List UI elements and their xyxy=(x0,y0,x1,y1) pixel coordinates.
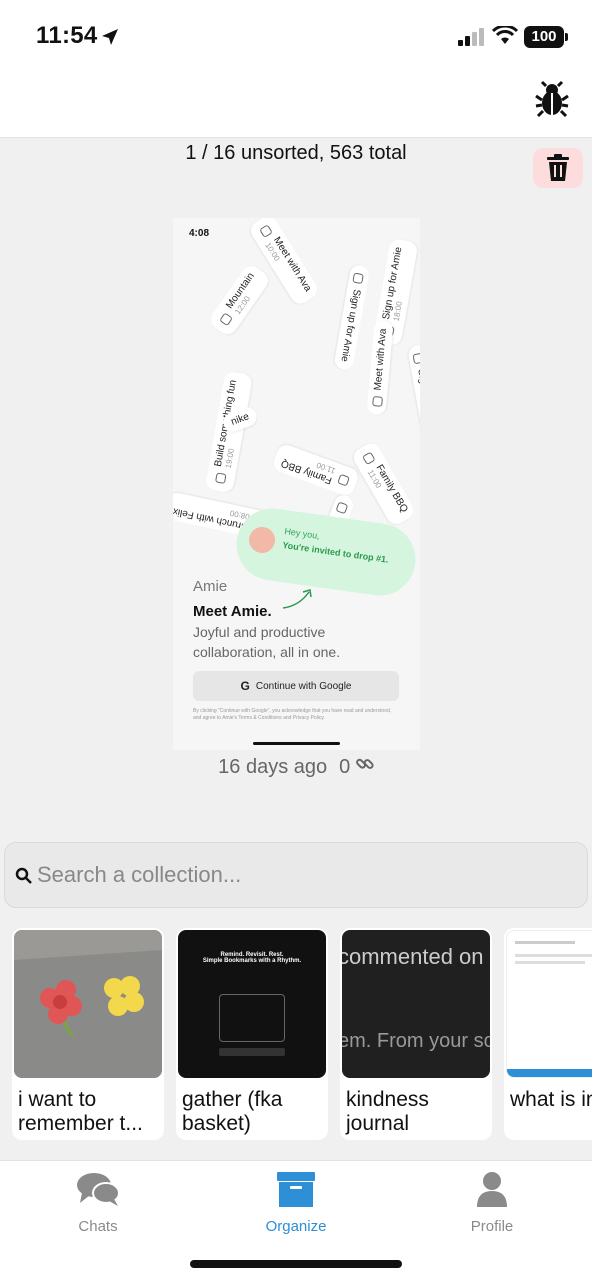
collection-label: what is internet xyxy=(510,1088,592,1111)
delete-button[interactable] xyxy=(533,148,583,188)
status-time: 11:54 xyxy=(36,22,98,49)
preview-headline: Meet Amie. xyxy=(193,603,272,620)
bookmark-preview-image[interactable]: 4:08 Meet with Ava 10:00 Mountain 12:00 Si… xyxy=(173,218,420,750)
unsorted-counter: 1 / 16 unsorted, 563 total xyxy=(185,142,407,164)
collection-label: kindness journal xyxy=(346,1088,429,1135)
link-icon xyxy=(355,758,374,769)
location-arrow-icon xyxy=(102,29,118,45)
collection-card[interactable]: i want to remember t... xyxy=(12,928,164,1140)
google-g-icon: G xyxy=(240,679,250,693)
preview-chip: Sign up for Amie xyxy=(333,263,371,372)
invite-line-2: You're invited to drop #1. xyxy=(281,539,390,565)
collection-card[interactable]: what is internet xyxy=(504,928,592,1140)
preview-chip: Family BBQ 11:00 xyxy=(270,442,361,498)
preview-chip: Meet with Ava xyxy=(366,319,394,416)
status-bar: 11:54 100 xyxy=(0,0,592,70)
home-indicator xyxy=(190,1260,402,1268)
invite-line-1: Hey you, xyxy=(283,526,321,541)
avatar xyxy=(247,525,277,555)
collection-thumbnail xyxy=(506,930,592,1078)
collection-thumbnail: commented on em. From your sc xyxy=(342,930,490,1078)
preview-status-time: 4:08 xyxy=(189,228,210,239)
collection-card[interactable]: Remind. Revisit. Rest. Simple Bookmarks … xyxy=(176,928,328,1140)
preview-brand: Amie xyxy=(193,578,228,595)
tab-profile[interactable]: Profile xyxy=(432,1171,552,1241)
collection-list: i want to remember t... Remind. Revisit.… xyxy=(12,928,592,1140)
preview-legal-text: By clicking "Continue with Google", you … xyxy=(193,708,392,721)
bug-icon[interactable] xyxy=(532,80,572,120)
link-count[interactable]: 0 xyxy=(339,755,374,779)
item-age: 16 days ago xyxy=(218,755,328,778)
tab-chats[interactable]: Chats xyxy=(38,1171,158,1241)
search-input[interactable] xyxy=(37,853,577,897)
preview-chip: Family BBQ 11:00 xyxy=(350,440,418,528)
wifi-icon xyxy=(492,26,518,44)
top-header xyxy=(0,70,592,138)
preview-home-indicator xyxy=(253,742,340,745)
curved-arrow-icon xyxy=(282,589,312,609)
preview-chip: Build something fun19:00 xyxy=(204,370,254,494)
chat-bubbles-icon xyxy=(77,1173,120,1206)
trash-icon xyxy=(547,154,569,181)
flowers-image xyxy=(14,930,162,1078)
collection-label: gather (fka basket) xyxy=(182,1088,283,1135)
person-icon xyxy=(477,1172,507,1207)
tab-organize[interactable]: Organize xyxy=(236,1171,356,1241)
preview-chip: Mountain 12:00 xyxy=(207,262,273,338)
collection-label: i want to remember t... xyxy=(18,1088,143,1135)
preview-chip: Sign up for Amie xyxy=(407,343,420,452)
preview-google-button: G Continue with Google xyxy=(193,671,399,701)
collection-thumbnail xyxy=(14,930,162,1078)
collection-thumbnail: Remind. Revisit. Rest. Simple Bookmarks … xyxy=(178,930,326,1078)
item-meta: 16 days ago 0 xyxy=(0,755,592,779)
collection-search xyxy=(4,842,588,908)
battery-indicator: 100 xyxy=(524,26,568,48)
archive-box-icon xyxy=(277,1172,315,1207)
tab-chats-label: Chats xyxy=(78,1218,118,1235)
tab-profile-label: Profile xyxy=(470,1218,514,1235)
battery-level: 100 xyxy=(531,28,557,45)
search-icon xyxy=(15,867,32,884)
tab-organize-label: Organize xyxy=(265,1218,327,1235)
collection-card[interactable]: commented on em. From your sc kindness j… xyxy=(340,928,492,1140)
preview-subhead: Joyful and productive collaboration, all… xyxy=(193,624,341,660)
cellular-signal-icon xyxy=(458,28,484,46)
